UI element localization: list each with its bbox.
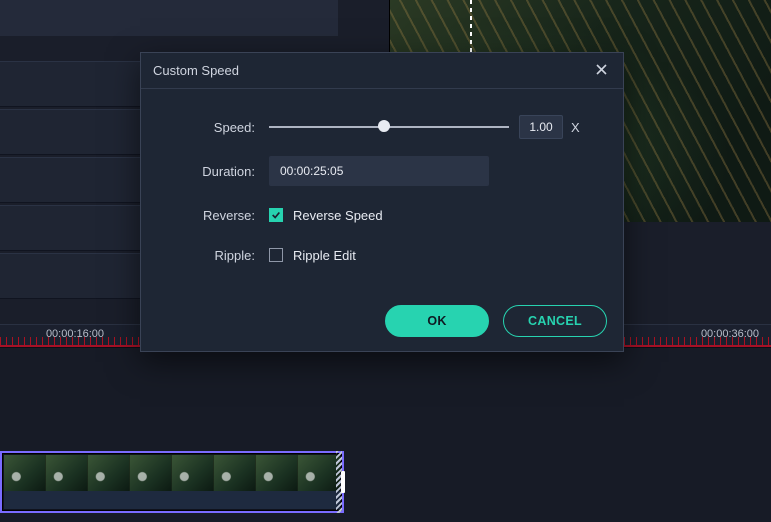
speed-label: Speed: bbox=[159, 120, 269, 135]
timeline-clip[interactable] bbox=[0, 451, 344, 513]
ripple-label: Ripple: bbox=[159, 248, 269, 263]
close-icon bbox=[596, 63, 607, 78]
ripple-checkbox[interactable] bbox=[269, 248, 283, 262]
ripple-text: Ripple Edit bbox=[293, 248, 356, 263]
close-button[interactable] bbox=[591, 61, 611, 81]
media-panel bbox=[0, 0, 338, 36]
speed-slider[interactable] bbox=[269, 118, 509, 136]
custom-speed-dialog: Custom Speed Speed: X Duration: 00: bbox=[140, 52, 624, 352]
ruler-time-label: 00:00:36:00 bbox=[701, 328, 759, 340]
check-icon bbox=[271, 210, 281, 220]
speed-value-input[interactable] bbox=[519, 115, 563, 139]
duration-label: Duration: bbox=[159, 164, 269, 179]
reverse-text: Reverse Speed bbox=[293, 208, 383, 223]
reverse-checkbox[interactable] bbox=[269, 208, 283, 222]
dialog-title: Custom Speed bbox=[153, 63, 239, 78]
cancel-button[interactable]: CANCEL bbox=[503, 305, 607, 337]
duration-input[interactable]: 00:00:25:05 bbox=[269, 156, 489, 186]
speed-unit: X bbox=[571, 120, 580, 135]
clip-trim-handle[interactable] bbox=[341, 471, 345, 493]
ruler-time-label: 00:00:16:00 bbox=[46, 328, 104, 340]
speed-slider-thumb[interactable] bbox=[378, 120, 390, 132]
reverse-label: Reverse: bbox=[159, 208, 269, 223]
dialog-titlebar: Custom Speed bbox=[141, 53, 623, 89]
ok-button[interactable]: OK bbox=[385, 305, 489, 337]
